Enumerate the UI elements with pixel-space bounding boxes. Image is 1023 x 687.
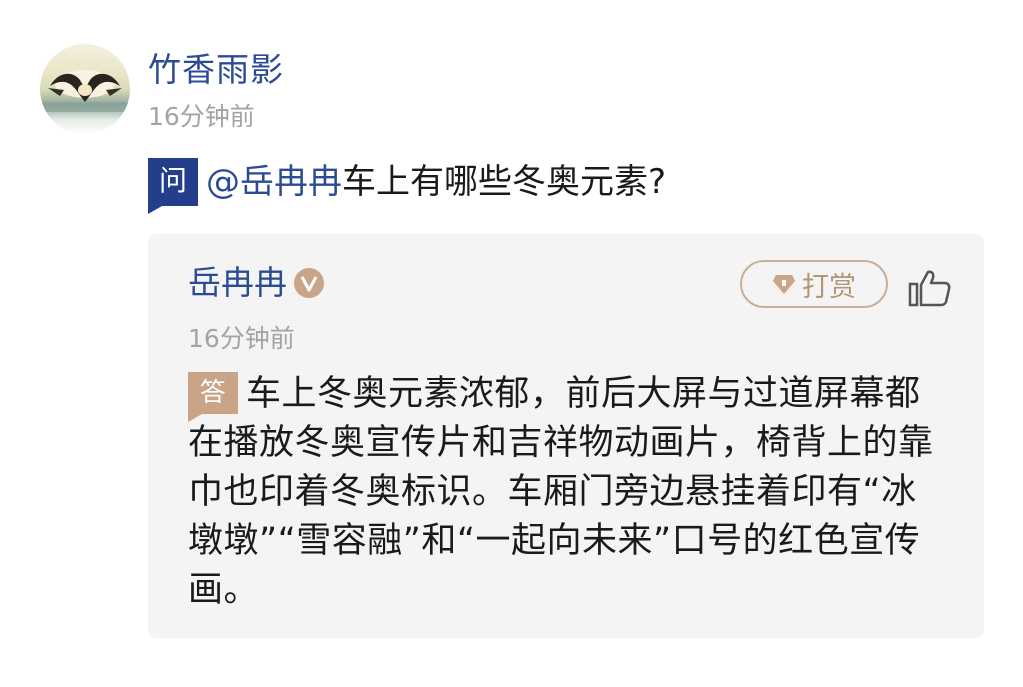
avatar[interactable] <box>40 44 130 134</box>
tip-button-label: 打赏 <box>802 271 856 303</box>
question-body: 车上有哪些冬奥元素? <box>342 162 667 202</box>
heart-hands-photo <box>40 70 130 112</box>
answer-body: 答车上冬奥元素浓郁，前后大屏与过道屏幕都在播放冬奥宣传片和吉祥物动画片，椅背上的… <box>188 370 948 615</box>
question-badge: 问 <box>148 158 198 214</box>
mention-link[interactable]: @岳冉冉 <box>206 162 342 202</box>
answer-timestamp: 16分钟前 <box>188 324 295 353</box>
answer-author-name[interactable]: 岳冉冉 <box>188 260 287 306</box>
answer-card: 岳冉冉 16分钟前 打赏 答车上冬奥元素浓郁，前后大屏与过道屏幕都在播放冬奥宣传… <box>148 234 984 638</box>
verified-v-icon <box>294 268 324 298</box>
answer-author[interactable]: 岳冉冉 <box>188 260 325 306</box>
thumbs-up-icon[interactable] <box>908 268 952 308</box>
question-author-name[interactable]: 竹香雨影 <box>148 50 284 90</box>
tip-button[interactable]: 打赏 <box>740 260 888 308</box>
answer-badge: 答 <box>188 372 238 422</box>
diamond-tip-icon <box>773 275 795 294</box>
question-row: 问 @岳冉冉车上有哪些冬奥元素? <box>148 158 666 214</box>
question-text: @岳冉冉车上有哪些冬奥元素? <box>206 158 666 206</box>
question-timestamp: 16分钟前 <box>148 102 255 131</box>
answer-text: 车上冬奥元素浓郁，前后大屏与过道屏幕都在播放冬奥宣传片和吉祥物动画片，椅背上的靠… <box>188 374 934 610</box>
